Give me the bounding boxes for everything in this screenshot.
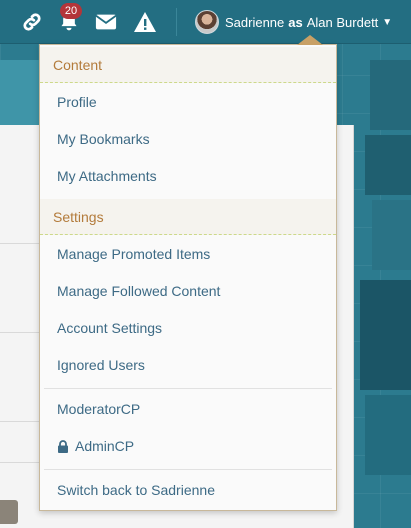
- menu-divider: [44, 469, 332, 470]
- envelope-icon[interactable]: [92, 8, 120, 36]
- topbar-separator: [176, 8, 177, 36]
- menu-item-bookmarks[interactable]: My Bookmarks: [40, 121, 336, 158]
- warning-icon[interactable]: [131, 8, 159, 36]
- content-section-heading: Content: [40, 47, 336, 83]
- admincp-label: AdminCP: [75, 438, 135, 454]
- avatar: [195, 10, 219, 34]
- top-navigation-bar: 20 Sadrienne as Alan Burdett ▼: [0, 0, 411, 44]
- settings-section-heading: Settings: [40, 199, 336, 235]
- user-dropdown-menu: Content Profile My Bookmarks My Attachme…: [39, 35, 337, 511]
- menu-item-account-settings[interactable]: Account Settings: [40, 310, 336, 347]
- caret-down-icon: ▼: [382, 16, 393, 28]
- menu-divider: [44, 388, 332, 389]
- menu-item-moderatorcp[interactable]: ModeratorCP: [40, 391, 336, 428]
- as-label: as: [288, 14, 303, 30]
- lock-icon: [58, 440, 68, 453]
- menu-item-followed-content[interactable]: Manage Followed Content: [40, 273, 336, 310]
- panel-button-stub[interactable]: [0, 500, 18, 524]
- menu-item-switch-back[interactable]: Switch back to Sadrienne: [40, 472, 336, 509]
- menu-item-profile[interactable]: Profile: [40, 84, 336, 121]
- panel-divider: [0, 243, 40, 244]
- menu-item-admincp[interactable]: AdminCP: [40, 428, 336, 465]
- menu-arrow: [297, 35, 323, 45]
- impersonated-username: Alan Burdett: [306, 14, 379, 30]
- panel-divider: [0, 332, 40, 333]
- menu-item-attachments[interactable]: My Attachments: [40, 158, 336, 195]
- panel-divider: [0, 462, 40, 463]
- panel-divider: [0, 421, 40, 422]
- link-icon[interactable]: [18, 8, 46, 36]
- menu-item-ignored-users[interactable]: Ignored Users: [40, 347, 336, 384]
- username: Sadrienne: [225, 14, 285, 30]
- user-menu-toggle[interactable]: Sadrienne as Alan Burdett ▼: [195, 9, 392, 35]
- menu-item-promoted-items[interactable]: Manage Promoted Items: [40, 236, 336, 273]
- notification-badge: 20: [60, 3, 82, 19]
